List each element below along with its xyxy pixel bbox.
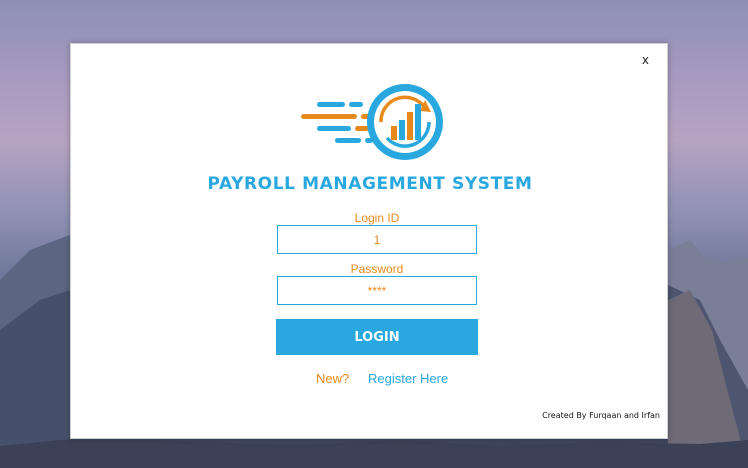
login-id-label: Login ID — [354, 211, 400, 225]
credit-text: Created By Furqaan and Irfan — [542, 411, 660, 420]
new-user-text: New? — [316, 371, 350, 386]
close-button[interactable]: x — [642, 53, 649, 67]
app-title: PAYROLL MANAGEMENT SYSTEM — [207, 174, 533, 194]
login-dialog: x PAYROLL MANAGEMENT SYSTEM Login ID Pas… — [70, 43, 668, 439]
password-label: Password — [350, 262, 404, 276]
login-id-input[interactable] — [277, 225, 477, 254]
payroll-chart-logo-icon — [301, 84, 443, 160]
login-button[interactable]: LOGIN — [276, 319, 478, 355]
register-link[interactable]: Register Here — [368, 371, 448, 386]
password-input[interactable] — [277, 276, 477, 305]
